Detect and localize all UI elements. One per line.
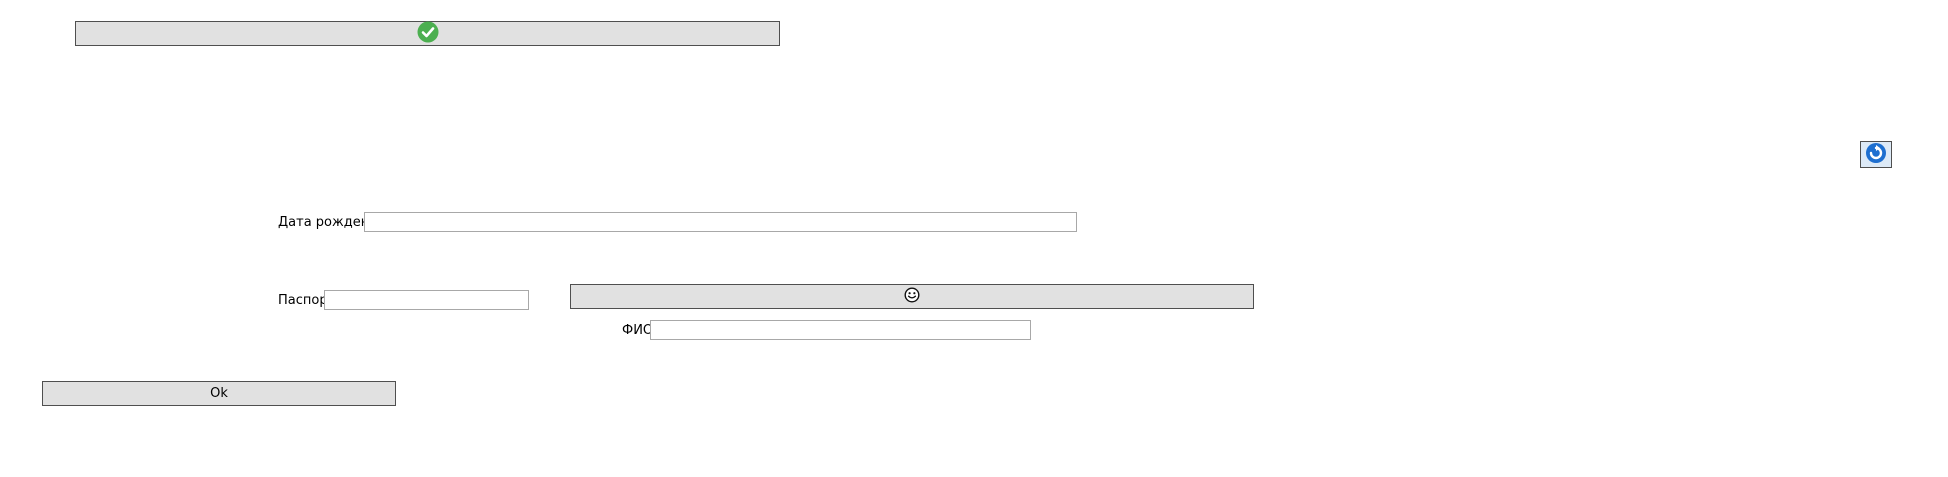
ok-button[interactable]: Ok	[42, 381, 396, 406]
green-check-circle-icon	[417, 21, 439, 47]
passport-input[interactable]	[324, 290, 529, 310]
refresh-button[interactable]	[1860, 141, 1892, 168]
refresh-icon	[1864, 142, 1888, 168]
ok-button-label: Ok	[210, 386, 228, 401]
confirm-icon-button[interactable]	[75, 21, 780, 46]
smiley-face-icon	[904, 286, 920, 307]
full-name-input[interactable]	[650, 320, 1031, 340]
face-icon-button[interactable]	[570, 284, 1254, 309]
birth-date-input[interactable]	[364, 212, 1077, 232]
full-name-label: ФИО	[622, 323, 654, 338]
